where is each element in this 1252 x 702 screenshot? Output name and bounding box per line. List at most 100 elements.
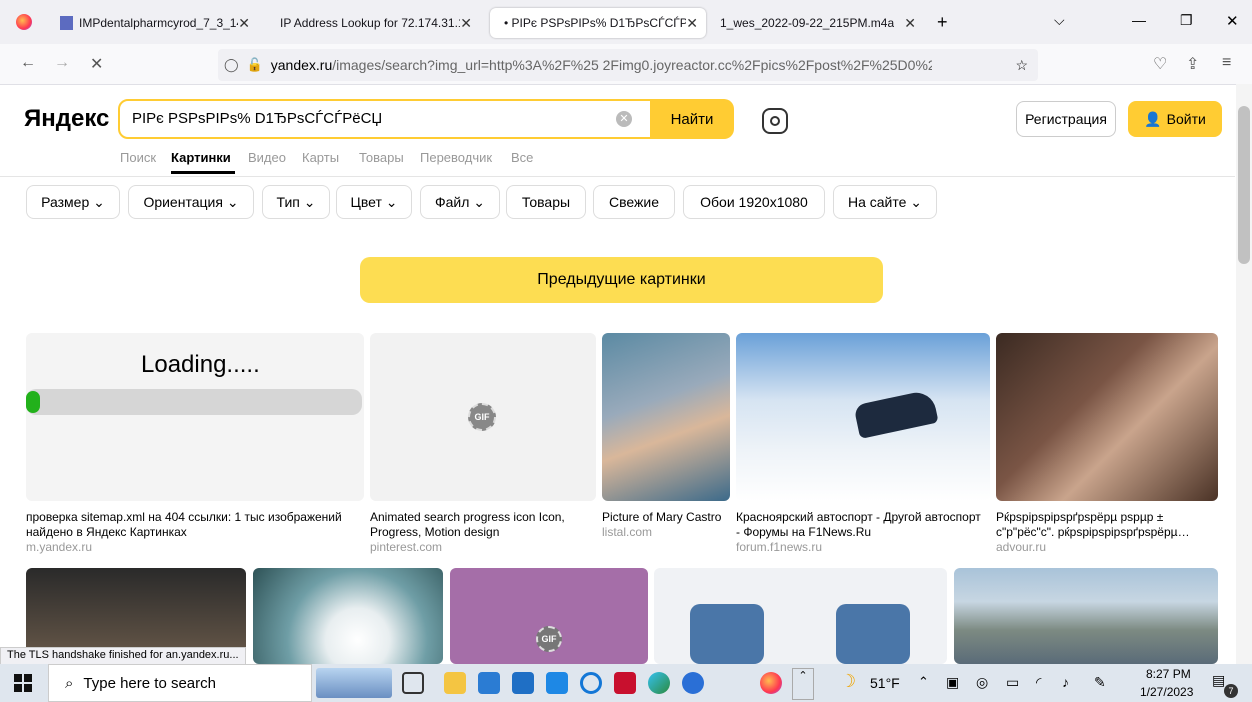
filter-on-site[interactable]: На сайте ⌄ bbox=[833, 185, 937, 219]
tab-3-active[interactable]: • РІРє PSPsPIPs% D1ЂPsСЃСЃРёС ✕ bbox=[490, 8, 706, 38]
search-input[interactable]: РІРє PSPsPIPs% D1ЂPsСЃСЃРёСЏ bbox=[132, 110, 382, 127]
taskbar-search[interactable]: ⌕ Type here to search bbox=[48, 664, 312, 702]
pen-icon[interactable]: ✎ bbox=[1094, 674, 1106, 691]
close-icon[interactable]: ✕ bbox=[686, 15, 698, 32]
filter-orientation[interactable]: Ориентация ⌄ bbox=[128, 185, 254, 219]
tray-chevron-icon[interactable]: ⌃ bbox=[918, 674, 929, 690]
chevron-down-icon[interactable]: ⌵ bbox=[1054, 12, 1065, 29]
service-goods[interactable]: Товары bbox=[359, 150, 404, 165]
filter-goods[interactable]: Товары bbox=[506, 185, 586, 219]
tray-meet-icon[interactable]: ◎ bbox=[976, 674, 988, 691]
new-tab-button[interactable]: + bbox=[937, 12, 948, 33]
clock-time[interactable]: 8:27 PM bbox=[1146, 667, 1191, 681]
result-image-2[interactable]: GIF bbox=[370, 333, 596, 501]
mail-icon[interactable] bbox=[512, 672, 534, 694]
share-icon[interactable]: ⇪ bbox=[1186, 54, 1199, 74]
close-window-icon[interactable]: ✕ bbox=[1226, 12, 1239, 30]
forward-icon[interactable]: → bbox=[54, 54, 70, 72]
login-button[interactable]: 👤 Войти bbox=[1128, 101, 1222, 137]
firefox-taskbar-icon[interactable] bbox=[760, 672, 782, 694]
search-box[interactable]: РІРє PSPsPIPs% D1ЂPsСЃСЃРёСЏ ✕ Найти bbox=[118, 99, 734, 139]
camera-search-icon[interactable] bbox=[762, 108, 788, 134]
tab-4[interactable]: 1_wes_2022-09-22_215PM.m4a ✕ bbox=[716, 8, 924, 38]
result-source[interactable]: advour.ru bbox=[996, 540, 1218, 555]
close-icon[interactable]: ✕ bbox=[460, 15, 472, 32]
app-badge-icon[interactable] bbox=[682, 672, 704, 694]
filter-file[interactable]: Файл ⌄ bbox=[420, 185, 500, 219]
previous-images-button[interactable]: Предыдущие картинки bbox=[360, 257, 883, 303]
result-image-4[interactable] bbox=[736, 333, 990, 501]
windows-start-icon[interactable] bbox=[14, 674, 32, 692]
result-image-5[interactable] bbox=[996, 333, 1218, 501]
find-button[interactable]: Найти bbox=[650, 99, 734, 139]
taskbar-overflow-chevron-icon[interactable]: ⌃ bbox=[792, 668, 814, 700]
restore-icon[interactable]: ❐ bbox=[1180, 12, 1193, 29]
notification-count: 7 bbox=[1224, 684, 1238, 698]
search-highlight-icon[interactable] bbox=[316, 668, 392, 698]
result-source[interactable]: m.yandex.ru bbox=[26, 540, 356, 555]
app-l-icon[interactable] bbox=[546, 672, 568, 694]
edge-icon[interactable] bbox=[648, 672, 670, 694]
filter-fresh[interactable]: Свежие bbox=[593, 185, 675, 219]
result-source[interactable]: forum.f1news.ru bbox=[736, 540, 986, 555]
filter-color[interactable]: Цвет ⌄ bbox=[336, 185, 412, 219]
result-caption-5[interactable]: Рќpspipspipspґpspёpµ pspµp ± с"р"рёс"с".… bbox=[996, 510, 1218, 555]
star-icon[interactable]: ☆ bbox=[1015, 57, 1028, 74]
result-source[interactable]: pinterest.com bbox=[370, 540, 596, 555]
tab-1[interactable]: IMPdentalpharmcyrod_7_3_14_ ✕ bbox=[52, 8, 258, 38]
service-images[interactable]: Картинки bbox=[171, 150, 231, 165]
tab-2[interactable]: IP Address Lookup for 72.174.31.13 ✕ bbox=[270, 8, 480, 38]
result-image-10[interactable] bbox=[954, 568, 1218, 664]
result-source[interactable]: listal.com bbox=[602, 525, 730, 540]
battery-icon[interactable]: ▭ bbox=[1006, 674, 1019, 691]
mcafee-icon[interactable] bbox=[614, 672, 636, 694]
service-video[interactable]: Видео bbox=[248, 150, 286, 165]
result-image-1[interactable]: Loading..... bbox=[26, 333, 364, 501]
store-icon[interactable] bbox=[478, 672, 500, 694]
minimize-icon[interactable]: — bbox=[1132, 12, 1146, 28]
close-icon[interactable]: ✕ bbox=[238, 15, 250, 32]
firefox-icon[interactable] bbox=[16, 14, 32, 30]
register-button[interactable]: Регистрация bbox=[1016, 101, 1116, 137]
cortana-icon[interactable] bbox=[580, 672, 602, 694]
service-translate[interactable]: Переводчик bbox=[420, 150, 492, 165]
weather-temp[interactable]: 51°F bbox=[870, 675, 900, 691]
filter-size[interactable]: Размер ⌄ bbox=[26, 185, 120, 219]
volume-icon[interactable]: ♪ bbox=[1062, 674, 1069, 690]
result-image-8[interactable]: GIF bbox=[450, 568, 648, 664]
service-all[interactable]: Все bbox=[511, 150, 533, 165]
result-title[interactable]: проверка sitemap.xml на 404 ссылки: 1 ты… bbox=[26, 510, 356, 540]
scrollbar-thumb[interactable] bbox=[1238, 106, 1250, 264]
clock-date[interactable]: 1/27/2023 bbox=[1140, 685, 1193, 699]
result-caption-1[interactable]: проверка sitemap.xml на 404 ссылки: 1 ты… bbox=[26, 510, 356, 555]
result-title[interactable]: Picture of Mary Castro bbox=[602, 510, 730, 525]
menu-icon[interactable]: ≡ bbox=[1222, 54, 1231, 72]
filter-type[interactable]: Тип ⌄ bbox=[262, 185, 330, 219]
result-caption-4[interactable]: Красноярский автоспорт - Другой автоспор… bbox=[736, 510, 986, 555]
result-image-3[interactable] bbox=[602, 333, 730, 501]
task-view-icon[interactable] bbox=[402, 672, 424, 694]
close-icon[interactable]: ✕ bbox=[904, 15, 916, 32]
yandex-logo[interactable]: Яндекс bbox=[24, 105, 109, 133]
result-caption-2[interactable]: Animated search progress icon Icon, Prog… bbox=[370, 510, 596, 555]
tray-app-icon[interactable]: ▣ bbox=[946, 674, 959, 691]
url-bar[interactable]: ◯ 🔓 yandex.ru /images/search?img_url=htt… bbox=[218, 49, 1038, 81]
back-icon[interactable]: ← bbox=[20, 54, 36, 72]
lock-icon[interactable]: 🔓 bbox=[247, 57, 263, 73]
result-title[interactable]: Красноярский автоспорт - Другой автоспор… bbox=[736, 510, 986, 540]
result-caption-3[interactable]: Picture of Mary Castro listal.com bbox=[602, 510, 730, 540]
result-title[interactable]: Animated search progress icon Icon, Prog… bbox=[370, 510, 596, 540]
tab-label: 1_wes_2022-09-22_215PM.m4a bbox=[720, 16, 895, 30]
service-maps[interactable]: Карты bbox=[302, 150, 339, 165]
pocket-icon[interactable]: ♡ bbox=[1153, 54, 1167, 74]
file-explorer-icon[interactable] bbox=[444, 672, 466, 694]
filter-wallpapers[interactable]: Обои 1920x1080 bbox=[683, 185, 825, 219]
result-title[interactable]: Рќpspipspipspґpspёpµ pspµp ± с"р"рёс"с".… bbox=[996, 510, 1218, 540]
result-image-9[interactable] bbox=[654, 568, 947, 664]
stop-icon[interactable]: ✕ bbox=[90, 54, 103, 74]
service-search[interactable]: Поиск bbox=[120, 150, 156, 165]
wifi-icon[interactable]: ◜ bbox=[1036, 674, 1041, 691]
result-image-7[interactable] bbox=[253, 568, 443, 664]
clear-icon[interactable]: ✕ bbox=[616, 111, 632, 127]
shield-icon[interactable]: ◯ bbox=[224, 57, 239, 73]
